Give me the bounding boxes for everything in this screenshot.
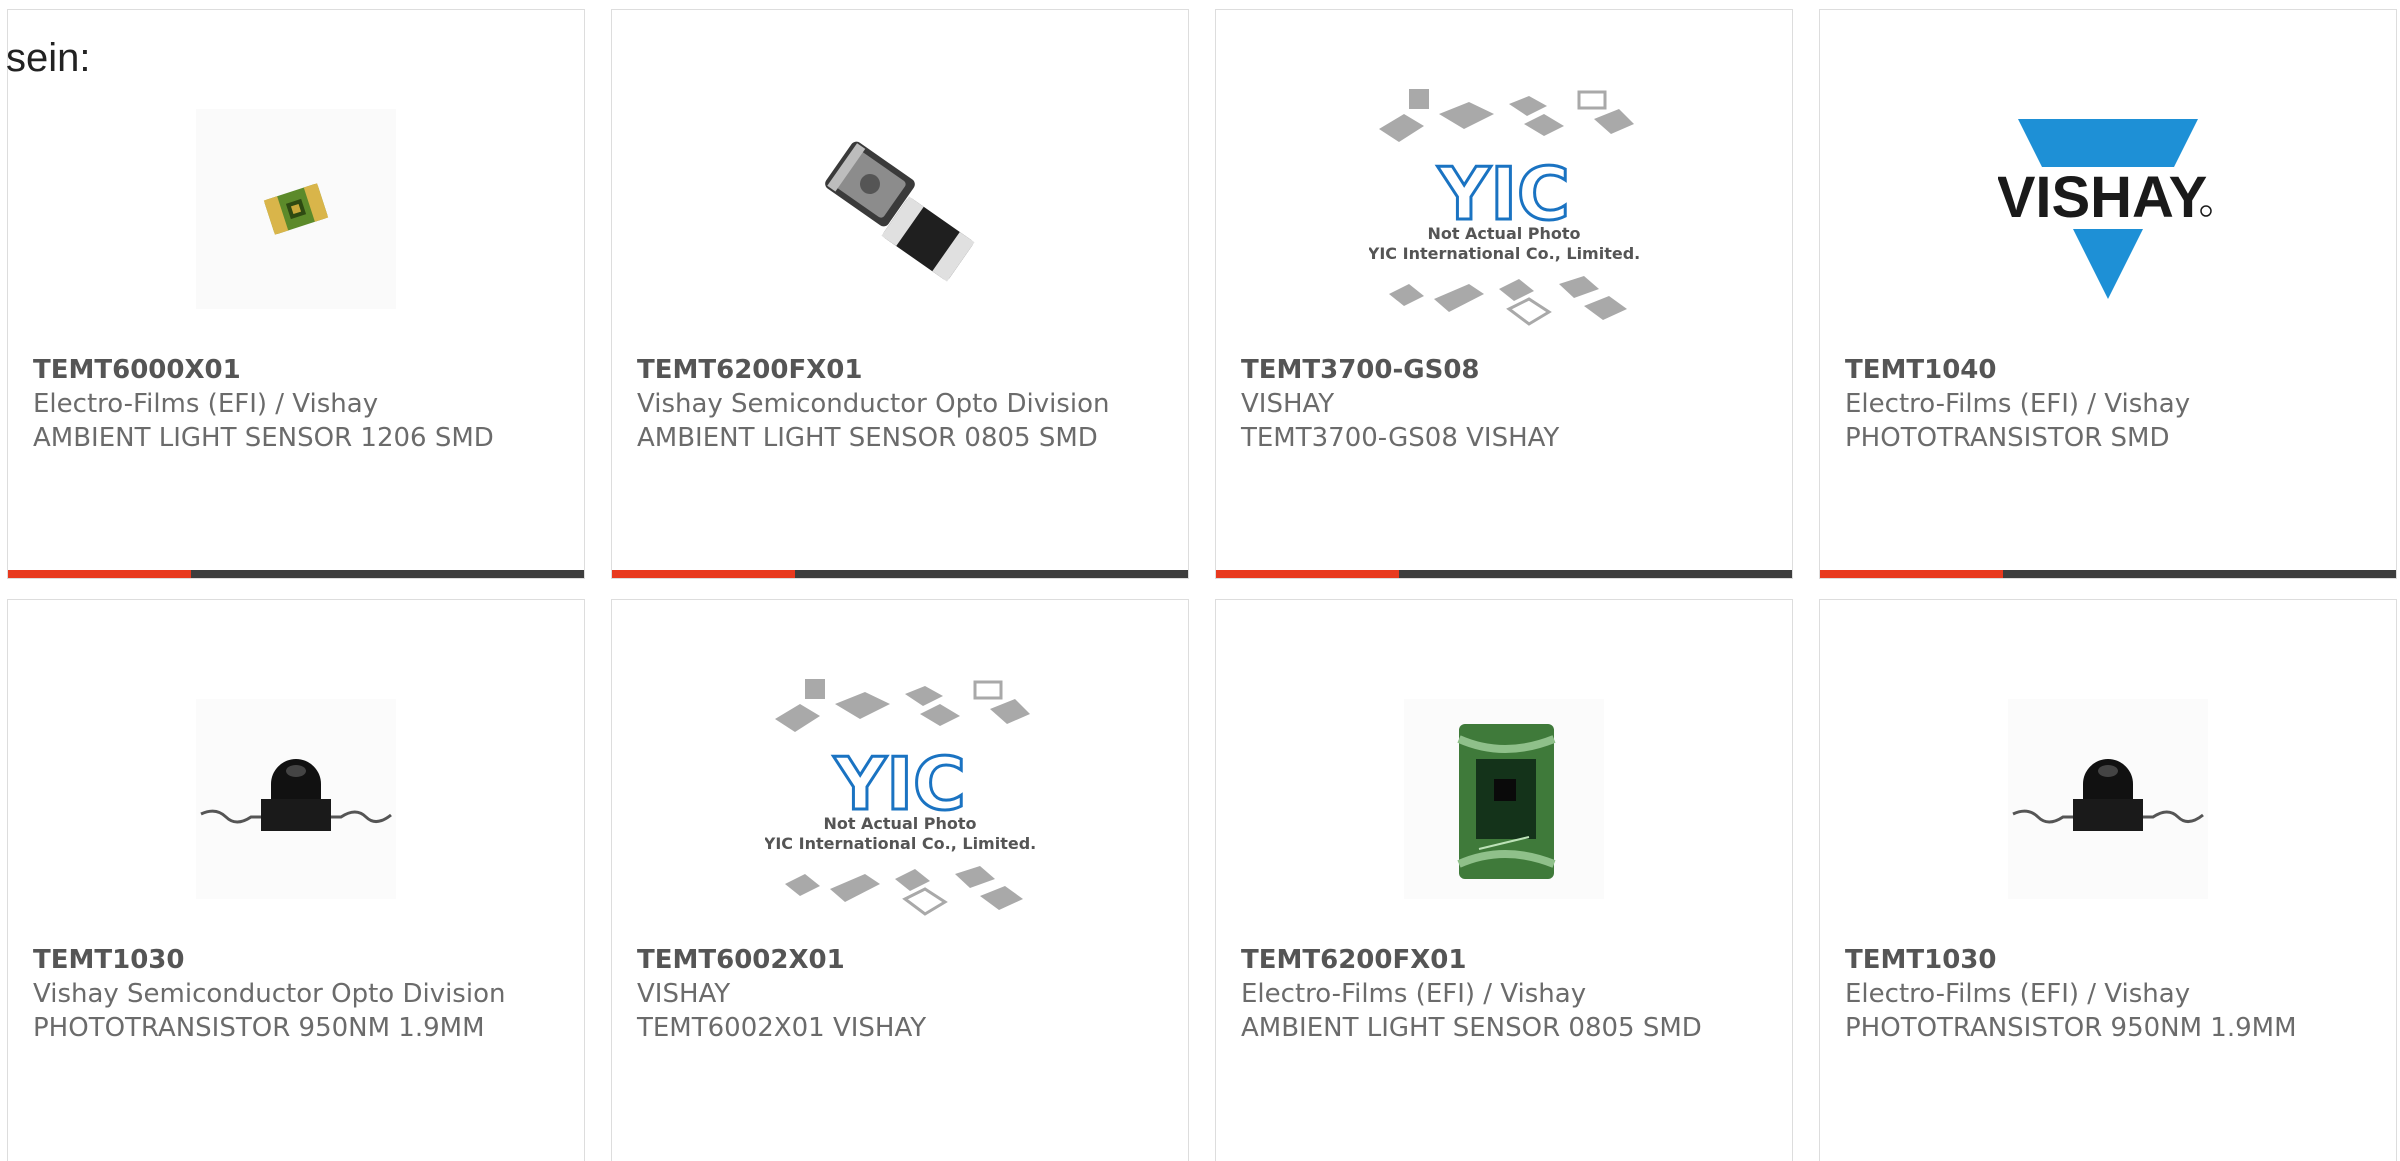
card-bottom-bar [612,570,1188,578]
product-image[interactable]: VISHAY [1972,73,2244,345]
part-number[interactable]: TEMT1040 [1845,353,2384,387]
placeholder-company: YIC International Co., Limited. [765,834,1035,853]
product-image[interactable] [160,663,432,935]
card-accent-bar [612,570,795,578]
product-image[interactable]: YIC Not Actual Photo YIC International C… [764,663,1036,935]
product-card[interactable]: TEMT6000X01 Electro-Films (EFI) / Vishay… [7,9,585,579]
card-accent-bar [8,570,191,578]
manufacturer: Electro-Films (EFI) / Vishay [33,389,379,419]
product-card[interactable]: TEMT6200FX01 Electro-Films (EFI) / Visha… [1215,599,1793,1161]
vishay-logo: VISHAY [1998,119,2218,299]
description: PHOTOTRANSISTOR SMD [1845,423,2170,453]
intro-text: sein: [6,36,91,80]
yic-placeholder-image: YIC Not Actual Photo YIC International C… [765,679,1035,916]
product-info: TEMT1030 Electro-Films (EFI) / Vishay PH… [1845,943,2384,1045]
manufacturer: VISHAY [1241,389,1335,419]
green-sensor-closeup-photo [1404,699,1604,899]
product-info: TEMT6200FX01 Electro-Films (EFI) / Visha… [1241,943,1780,1045]
manufacturer: Electro-Films (EFI) / Vishay [1241,979,1587,1009]
green-sensor-chip-icon [196,109,396,309]
phototransistor-photo [196,699,396,899]
manufacturer: Vishay Semiconductor Opto Division [637,389,1110,419]
manufacturer: Electro-Films (EFI) / Vishay [1845,389,2191,419]
manufacturer: Vishay Semiconductor Opto Division [33,979,506,1009]
product-info: TEMT6000X01 Electro-Films (EFI) / Vishay… [33,353,572,455]
product-card[interactable]: YIC Not Actual Photo YIC International C… [1215,9,1793,579]
description: TEMT3700-GS08 VISHAY [1241,423,1560,453]
product-image[interactable] [764,73,1036,345]
product-card[interactable]: YIC Not Actual Photo YIC International C… [611,599,1189,1161]
product-image[interactable] [1368,663,1640,935]
description: TEMT6002X01 VISHAY [637,1013,927,1043]
product-info: TEMT1040 Electro-Films (EFI) / Vishay PH… [1845,353,2384,455]
phototransistor-photo [2008,699,2208,899]
yic-placeholder-image: YIC Not Actual Photo YIC International C… [1369,89,1639,326]
card-bottom-bar [8,570,584,578]
product-card[interactable]: VISHAY TEMT1040 Electro-Films (EFI) / Vi… [1819,9,2397,579]
placeholder-note: Not Actual Photo [823,814,976,833]
vishay-logo-text: VISHAY [1998,165,2207,230]
placeholder-note: Not Actual Photo [1427,224,1580,243]
product-info: TEMT1030 Vishay Semiconductor Opto Divis… [33,943,572,1045]
placeholder-company: YIC International Co., Limited. [1369,244,1639,263]
product-card[interactable]: TEMT1030 Electro-Films (EFI) / Vishay PH… [1819,599,2397,1161]
part-number[interactable]: TEMT6200FX01 [637,353,1176,387]
part-number[interactable]: TEMT6002X01 [637,943,1176,977]
card-bottom-bar [1216,570,1792,578]
card-accent-bar [1216,570,1399,578]
card-bottom-bar [1820,570,2396,578]
part-number[interactable]: TEMT3700-GS08 [1241,353,1780,387]
product-grid-page: sein: TEMT6000X01 Electro-Films (EFI) / … [0,0,2400,1161]
product-info: TEMT3700-GS08 VISHAY TEMT3700-GS08 VISHA… [1241,353,1780,455]
part-number[interactable]: TEMT6000X01 [33,353,572,387]
smd-components-photo [825,141,975,282]
manufacturer: Electro-Films (EFI) / Vishay [1845,979,2191,1009]
product-image[interactable] [160,73,432,345]
manufacturer: VISHAY [637,979,731,1009]
part-number[interactable]: TEMT6200FX01 [1241,943,1780,977]
description: PHOTOTRANSISTOR 950NM 1.9MM [33,1013,485,1043]
product-info: TEMT6002X01 VISHAY TEMT6002X01 VISHAY [637,943,1176,1045]
part-number[interactable]: TEMT1030 [33,943,572,977]
card-accent-bar [1820,570,2003,578]
product-card[interactable]: TEMT6200FX01 Vishay Semiconductor Opto D… [611,9,1189,579]
product-image[interactable]: YIC Not Actual Photo YIC International C… [1368,73,1640,345]
description: AMBIENT LIGHT SENSOR 0805 SMD [1241,1013,1702,1043]
product-image[interactable] [1972,663,2244,935]
part-number[interactable]: TEMT1030 [1845,943,2384,977]
product-info: TEMT6200FX01 Vishay Semiconductor Opto D… [637,353,1176,455]
product-card[interactable]: TEMT1030 Vishay Semiconductor Opto Divis… [7,599,585,1161]
description: AMBIENT LIGHT SENSOR 0805 SMD [637,423,1098,453]
description: AMBIENT LIGHT SENSOR 1206 SMD [33,423,494,453]
description: PHOTOTRANSISTOR 950NM 1.9MM [1845,1013,2297,1043]
